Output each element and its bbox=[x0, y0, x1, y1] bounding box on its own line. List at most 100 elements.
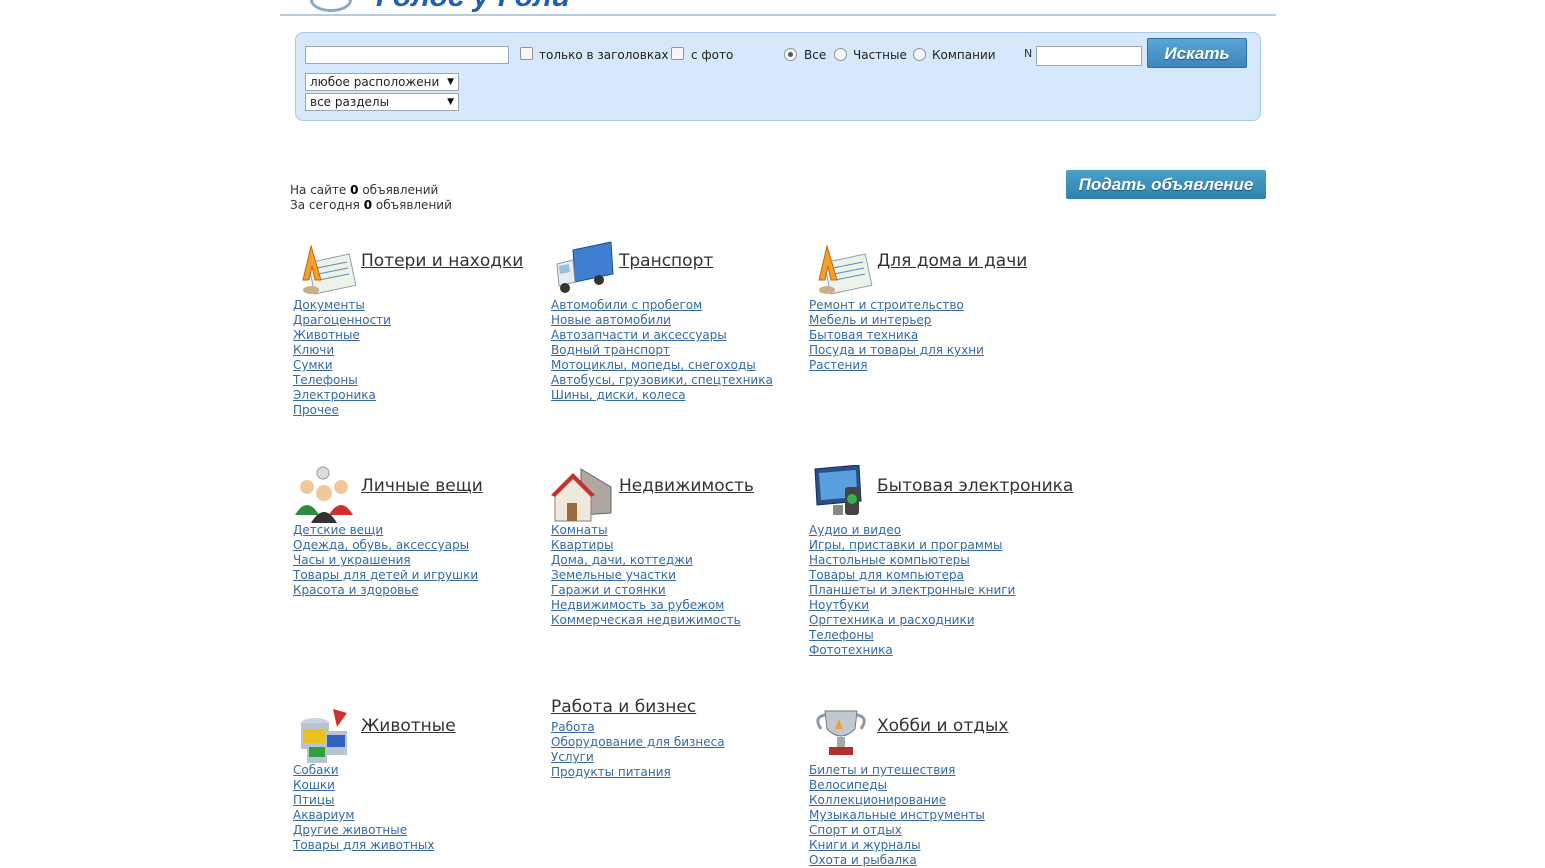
subcategory-link[interactable]: Сумки bbox=[293, 358, 533, 373]
category-title[interactable]: Личные вещи bbox=[361, 476, 483, 496]
subcategory-link[interactable]: Гаражи и стоянки bbox=[551, 583, 791, 598]
subcategory-link[interactable]: Игры, приставки и программы bbox=[809, 538, 1049, 553]
subcategory-link[interactable]: Красота и здоровье bbox=[293, 583, 533, 598]
radio-companies[interactable] bbox=[913, 48, 926, 61]
subcategory-link[interactable]: Шины, диски, колеса bbox=[551, 388, 791, 403]
subcategory-link[interactable]: Услуги bbox=[551, 750, 791, 765]
subcategory-link[interactable]: Часы и украшения bbox=[293, 553, 533, 568]
category-work-business: Работа и бизнес Работа Оборудование для б… bbox=[551, 697, 791, 780]
subcategory-link[interactable]: Растения bbox=[809, 358, 1049, 373]
subcategory-link[interactable]: Велосипеды bbox=[809, 778, 1049, 793]
logo-swoosh-icon bbox=[310, 0, 352, 12]
total-ads-line: На сайте 0 объявлений bbox=[290, 183, 452, 198]
subcategory-link[interactable]: Коммерческая недвижимость bbox=[551, 613, 791, 628]
subcategory-link[interactable]: Телефоны bbox=[809, 628, 1049, 643]
category-title[interactable]: Работа и бизнес bbox=[551, 697, 791, 717]
subcategory-link[interactable]: Оргтехника и расходники bbox=[809, 613, 1049, 628]
subcategory-link[interactable]: Недвижимость за рубежом bbox=[551, 598, 791, 613]
category-title[interactable]: Для дома и дачи bbox=[877, 251, 1027, 271]
subcategory-link[interactable]: Телефоны bbox=[293, 373, 533, 388]
ad-number-label: N bbox=[1024, 47, 1033, 60]
subcategory-link[interactable]: Товары для компьютера bbox=[809, 568, 1049, 583]
category-title[interactable]: Животные bbox=[361, 716, 456, 736]
subcategory-link[interactable]: Ключи bbox=[293, 343, 533, 358]
subcategory-link[interactable]: Ноутбуки bbox=[809, 598, 1049, 613]
subcategory-link[interactable]: Спорт и отдых bbox=[809, 823, 1049, 838]
category-electronics: Бытовая электроника Аудио и видео Игры, … bbox=[809, 465, 1073, 658]
subcategory-link[interactable]: Водный транспорт bbox=[551, 343, 791, 358]
dropdown-arrow-icon: ▼ bbox=[447, 77, 454, 87]
subcategory-link[interactable]: Земельные участки bbox=[551, 568, 791, 583]
category-links: Автомобили с пробегом Новые автомобили А… bbox=[551, 298, 791, 403]
radio-private[interactable] bbox=[834, 48, 847, 61]
today-ads-suffix: объявлений bbox=[375, 198, 452, 212]
category-hobby: Хобби и отдых Билеты и путешествия Велос… bbox=[809, 705, 1049, 868]
ad-number-input[interactable] bbox=[1036, 46, 1142, 66]
section-select[interactable]: все разделы ▼ bbox=[305, 93, 459, 111]
subcategory-link[interactable]: Животные bbox=[293, 328, 533, 343]
subcategory-link[interactable]: Электроника bbox=[293, 388, 533, 403]
only-titles-checkbox[interactable] bbox=[520, 47, 533, 60]
post-ad-button[interactable]: Подать объявление bbox=[1066, 170, 1266, 199]
subcategory-link[interactable]: Автобусы, грузовики, спецтехника bbox=[551, 373, 791, 388]
search-button[interactable]: Искать bbox=[1147, 38, 1247, 68]
truck-icon bbox=[556, 241, 614, 293]
category-title[interactable]: Бытовая электроника bbox=[877, 476, 1073, 496]
subcategory-link[interactable]: Продукты питания bbox=[551, 765, 791, 780]
subcategory-link[interactable]: Планшеты и электронные книги bbox=[809, 583, 1049, 598]
only-titles-label: только в заголовках bbox=[539, 48, 669, 62]
subcategory-link[interactable]: Другие животные bbox=[293, 823, 533, 838]
lost-found-icon bbox=[302, 244, 357, 295]
search-input[interactable] bbox=[305, 46, 509, 64]
category-links: Детские вещи Одежда, обувь, аксессуары Ч… bbox=[293, 523, 533, 598]
subcategory-link[interactable]: Драгоценности bbox=[293, 313, 533, 328]
subcategory-link[interactable]: Прочее bbox=[293, 403, 533, 418]
subcategory-link[interactable]: Кошки bbox=[293, 778, 533, 793]
subcategory-link[interactable]: Книги и журналы bbox=[809, 838, 1049, 853]
subcategory-link[interactable]: Новые автомобили bbox=[551, 313, 791, 328]
site-logo[interactable]: Голос у Голи bbox=[376, 0, 570, 14]
subcategory-link[interactable]: Коллекционирование bbox=[809, 793, 1049, 808]
total-ads-prefix: На сайте bbox=[290, 183, 347, 197]
category-links: Аудио и видео Игры, приставки и программ… bbox=[809, 523, 1049, 658]
subcategory-link[interactable]: Музыкальные инструменты bbox=[809, 808, 1049, 823]
subcategory-link[interactable]: Дома, дачи, коттеджи bbox=[551, 553, 791, 568]
category-links: Ремонт и строительство Мебель и интерьер… bbox=[809, 298, 1049, 373]
with-photo-checkbox[interactable] bbox=[671, 47, 684, 60]
subcategory-link[interactable]: Одежда, обувь, аксессуары bbox=[293, 538, 533, 553]
category-title[interactable]: Потери и находки bbox=[361, 251, 523, 271]
subcategory-link[interactable]: Квартиры bbox=[551, 538, 791, 553]
location-select[interactable]: любое расположени ▼ bbox=[305, 73, 459, 91]
subcategory-link[interactable]: Товары для детей и игрушки bbox=[293, 568, 533, 583]
location-select-value: любое расположени bbox=[310, 75, 440, 89]
houses-icon bbox=[551, 468, 612, 522]
home-garden-icon bbox=[818, 244, 873, 295]
dropdown-arrow-icon: ▼ bbox=[447, 97, 454, 107]
category-links: Билеты и путешествия Велосипеды Коллекци… bbox=[809, 763, 1049, 868]
subcategory-link[interactable]: Настольные компьютеры bbox=[809, 553, 1049, 568]
with-photo-label: с фото bbox=[691, 48, 734, 62]
category-title[interactable]: Хобби и отдых bbox=[877, 716, 1008, 736]
subcategory-link[interactable]: Посуда и товары для кухни bbox=[809, 343, 1049, 358]
radio-companies-label: Компании bbox=[932, 48, 996, 62]
subcategory-link[interactable]: Работа bbox=[551, 720, 791, 735]
subcategory-link[interactable]: Охота и рыбалка bbox=[809, 853, 1049, 868]
category-personal-items: Личные вещи Детские вещи Одежда, обувь, … bbox=[293, 465, 533, 598]
subcategory-link[interactable]: Оборудование для бизнеса bbox=[551, 735, 791, 750]
radio-private-label: Частные bbox=[853, 48, 907, 62]
subcategory-link[interactable]: Мебель и интерьер bbox=[809, 313, 1049, 328]
subcategory-link[interactable]: Товары для животных bbox=[293, 838, 533, 853]
subcategory-link[interactable]: Фототехника bbox=[809, 643, 1049, 658]
category-title[interactable]: Транспорт bbox=[619, 251, 713, 271]
subcategory-link[interactable]: Птицы bbox=[293, 793, 533, 808]
subcategory-link[interactable]: Мотоциклы, мопеды, снегоходы bbox=[551, 358, 791, 373]
category-lost-found: Потери и находки Документы Драгоценности… bbox=[293, 240, 533, 418]
category-title[interactable]: Недвижимость bbox=[619, 476, 754, 496]
subcategory-link[interactable]: Аквариум bbox=[293, 808, 533, 823]
subcategory-link[interactable]: Бытовая техника bbox=[809, 328, 1049, 343]
radio-all[interactable] bbox=[784, 48, 797, 61]
monitor-phone-icon bbox=[814, 465, 862, 515]
subcategory-link[interactable]: Автозапчасти и аксессуары bbox=[551, 328, 791, 343]
category-real-estate: Недвижимость Комнаты Квартиры Дома, дачи… bbox=[551, 465, 791, 628]
category-transport: Транспорт Автомобили с пробегом Новые ав… bbox=[551, 240, 791, 403]
